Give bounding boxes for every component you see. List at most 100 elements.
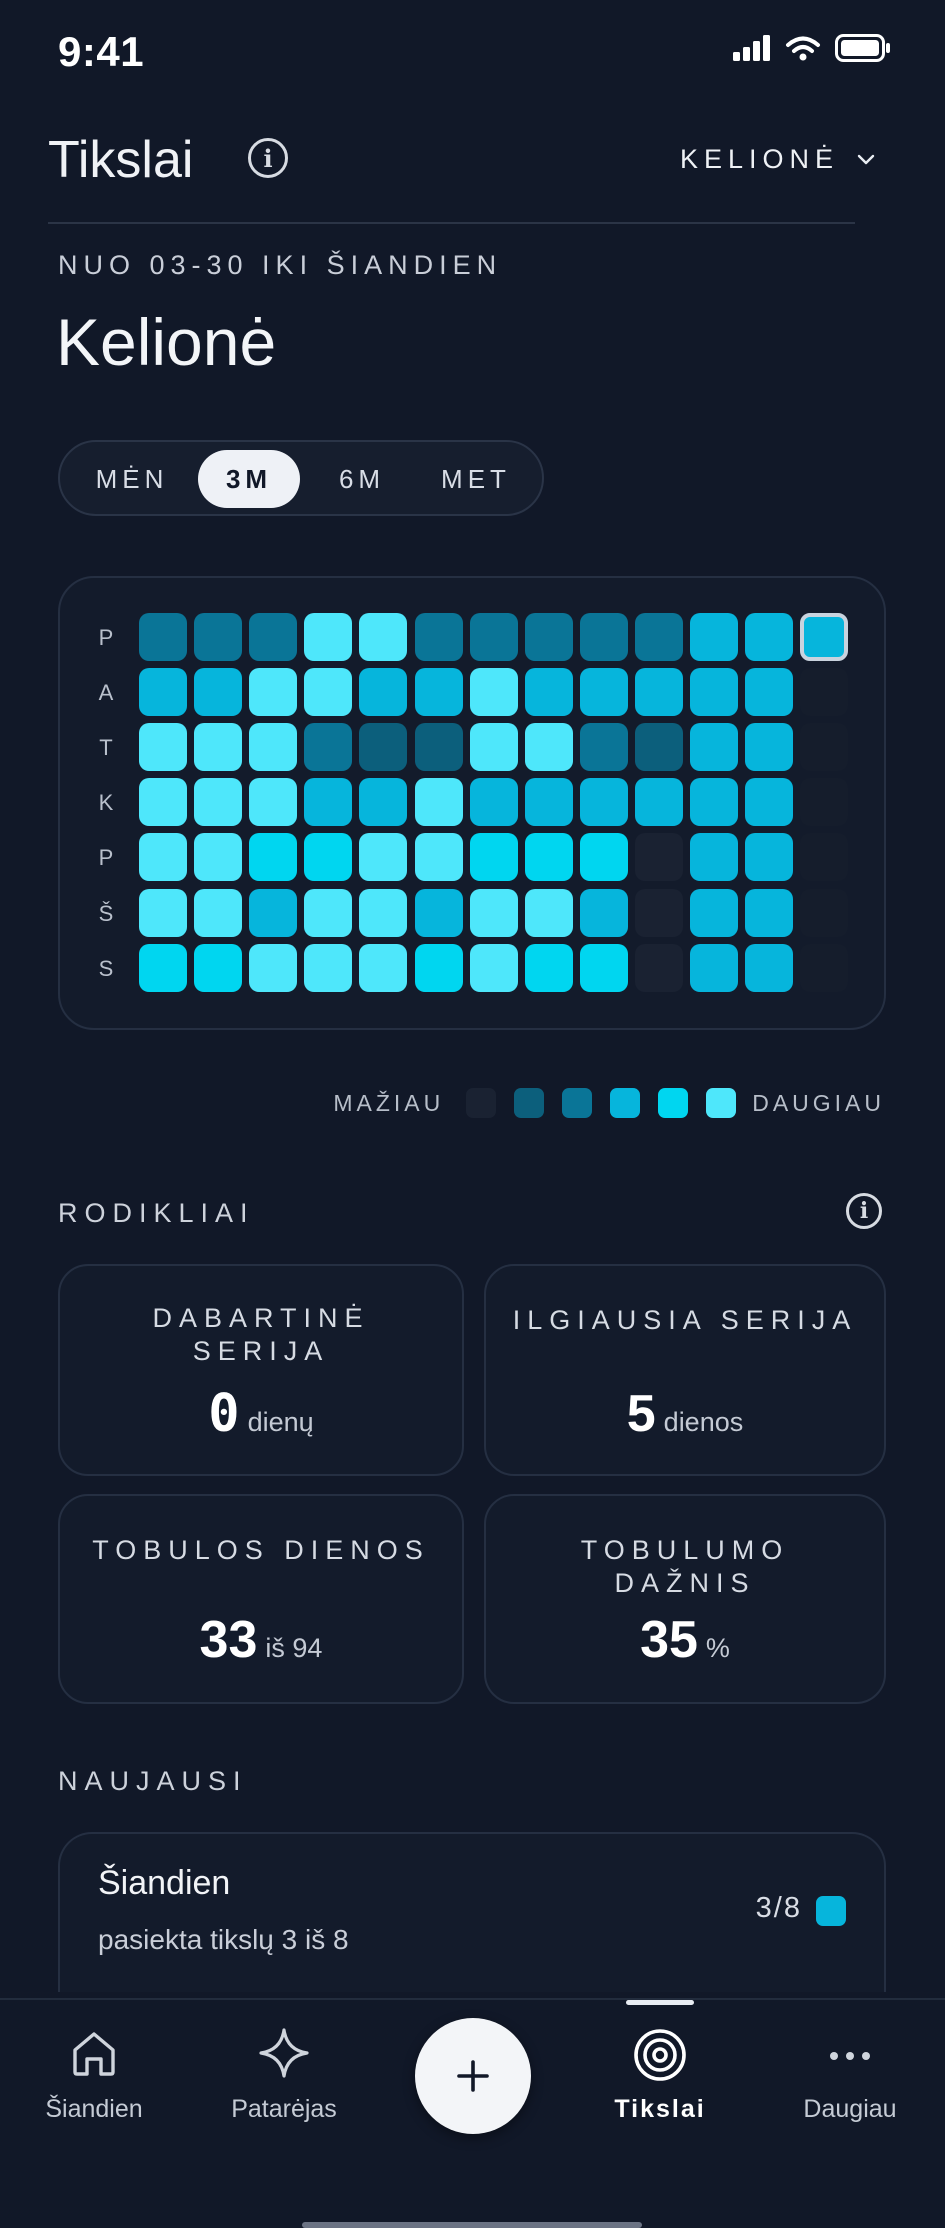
- heatmap-cell[interactable]: [800, 943, 849, 992]
- heatmap-cell[interactable]: [800, 888, 849, 937]
- heatmap-cell[interactable]: [414, 613, 463, 661]
- heatmap-cell[interactable]: [304, 943, 353, 992]
- heatmap-cell[interactable]: [414, 668, 463, 717]
- heatmap-cell[interactable]: [579, 888, 628, 937]
- heatmap-cell[interactable]: [194, 778, 243, 827]
- heatmap-cell[interactable]: [139, 668, 187, 717]
- heatmap-cell[interactable]: [359, 943, 408, 992]
- heatmap-cell[interactable]: [359, 778, 408, 827]
- heatmap-cell[interactable]: [194, 668, 243, 717]
- heatmap-cell[interactable]: [414, 888, 463, 937]
- period-mon[interactable]: MĖN: [72, 450, 192, 508]
- heatmap-cell[interactable]: [359, 613, 408, 661]
- heatmap-cell[interactable]: [524, 723, 573, 772]
- heatmap-cell[interactable]: [690, 943, 738, 992]
- heatmap-cell[interactable]: [690, 723, 738, 772]
- metrics-info-icon[interactable]: i: [846, 1193, 882, 1229]
- heatmap-cell[interactable]: [469, 668, 518, 717]
- heatmap-cell[interactable]: [524, 888, 573, 937]
- heatmap-cell[interactable]: [579, 723, 628, 772]
- heatmap-cell[interactable]: [524, 668, 573, 717]
- heatmap-cell[interactable]: [800, 668, 849, 717]
- heatmap-cell[interactable]: [414, 833, 463, 882]
- heatmap-cell[interactable]: [139, 778, 187, 827]
- heatmap-cell[interactable]: [304, 888, 353, 937]
- heatmap-cell[interactable]: [414, 723, 463, 772]
- tab-more[interactable]: Daugiau: [780, 2026, 920, 2124]
- heatmap-cell[interactable]: [194, 613, 243, 661]
- heatmap-cell[interactable]: [800, 778, 849, 827]
- heatmap-cell[interactable]: [634, 613, 683, 661]
- heatmap-cell[interactable]: [249, 833, 298, 882]
- heatmap-cell[interactable]: [579, 943, 628, 992]
- heatmap-cell[interactable]: [690, 668, 738, 717]
- heatmap-cell[interactable]: [634, 668, 683, 717]
- heatmap-cell[interactable]: [359, 668, 408, 717]
- info-icon[interactable]: i: [248, 138, 288, 178]
- heatmap-cell[interactable]: [139, 943, 187, 992]
- heatmap-cell[interactable]: [579, 833, 628, 882]
- heatmap-cell[interactable]: [524, 778, 573, 827]
- heatmap-cell[interactable]: [579, 613, 628, 661]
- heatmap-cell[interactable]: [745, 613, 794, 661]
- goal-selector[interactable]: KELIONĖ: [680, 144, 875, 175]
- heatmap-cell[interactable]: [690, 888, 738, 937]
- heatmap-cell[interactable]: [304, 613, 353, 661]
- heatmap-cell[interactable]: [304, 778, 353, 827]
- heatmap-cell[interactable]: [194, 943, 243, 992]
- heatmap-cell[interactable]: [249, 723, 298, 772]
- heatmap-cell[interactable]: [745, 888, 794, 937]
- heatmap-cell[interactable]: [469, 723, 518, 772]
- heatmap-cell[interactable]: [139, 888, 187, 937]
- heatmap-cell[interactable]: [194, 723, 243, 772]
- heatmap-cell[interactable]: [194, 888, 243, 937]
- heatmap-cell[interactable]: [524, 833, 573, 882]
- heatmap-cell[interactable]: [359, 723, 408, 772]
- heatmap-cell[interactable]: [469, 943, 518, 992]
- heatmap-cell[interactable]: [745, 833, 794, 882]
- heatmap-cell[interactable]: [304, 723, 353, 772]
- heatmap-cell[interactable]: [469, 833, 518, 882]
- heatmap-cell[interactable]: [745, 943, 794, 992]
- heatmap-cell[interactable]: [359, 833, 408, 882]
- heatmap-cell[interactable]: [745, 723, 794, 772]
- heatmap-cell[interactable]: [249, 613, 298, 661]
- heatmap-cell[interactable]: [690, 833, 738, 882]
- heatmap-cell[interactable]: [579, 668, 628, 717]
- heatmap-cell[interactable]: [139, 613, 187, 661]
- heatmap-cell[interactable]: [249, 943, 298, 992]
- heatmap-cell[interactable]: [414, 943, 463, 992]
- heatmap-cell[interactable]: [579, 778, 628, 827]
- heatmap-cell[interactable]: [800, 833, 849, 882]
- heatmap-cell[interactable]: [469, 888, 518, 937]
- period-met[interactable]: MET: [418, 450, 534, 508]
- heatmap-cell[interactable]: [194, 833, 243, 882]
- heatmap-cell[interactable]: [249, 888, 298, 937]
- heatmap-cell[interactable]: [304, 833, 353, 882]
- period-6m[interactable]: 6M: [308, 450, 416, 508]
- heatmap-cell[interactable]: [469, 613, 518, 661]
- heatmap-cell[interactable]: [469, 778, 518, 827]
- heatmap-cell[interactable]: [524, 943, 573, 992]
- heatmap-cell[interactable]: [634, 888, 683, 937]
- heatmap-cell[interactable]: [690, 778, 738, 827]
- heatmap-cell[interactable]: [800, 723, 849, 772]
- heatmap-cell[interactable]: [634, 778, 683, 827]
- heatmap-cell[interactable]: [359, 888, 408, 937]
- heatmap-cell[interactable]: [745, 778, 794, 827]
- heatmap-cell[interactable]: [414, 778, 463, 827]
- heatmap-cell[interactable]: [249, 668, 298, 717]
- heatmap-cell[interactable]: [524, 613, 573, 661]
- heatmap-cell[interactable]: [139, 723, 187, 772]
- tab-goals[interactable]: Tikslai: [590, 2026, 730, 2124]
- heatmap-cell[interactable]: [304, 668, 353, 717]
- period-3m[interactable]: 3M: [198, 450, 300, 508]
- heatmap-cell[interactable]: [634, 943, 683, 992]
- heatmap-cell[interactable]: [139, 833, 187, 882]
- add-button[interactable]: [415, 2018, 531, 2134]
- heatmap-cell[interactable]: [800, 613, 849, 661]
- heatmap-cell[interactable]: [745, 668, 794, 717]
- heatmap-cell[interactable]: [690, 613, 738, 661]
- heatmap-cell[interactable]: [634, 723, 683, 772]
- tab-advisor[interactable]: Patarėjas: [214, 2026, 354, 2124]
